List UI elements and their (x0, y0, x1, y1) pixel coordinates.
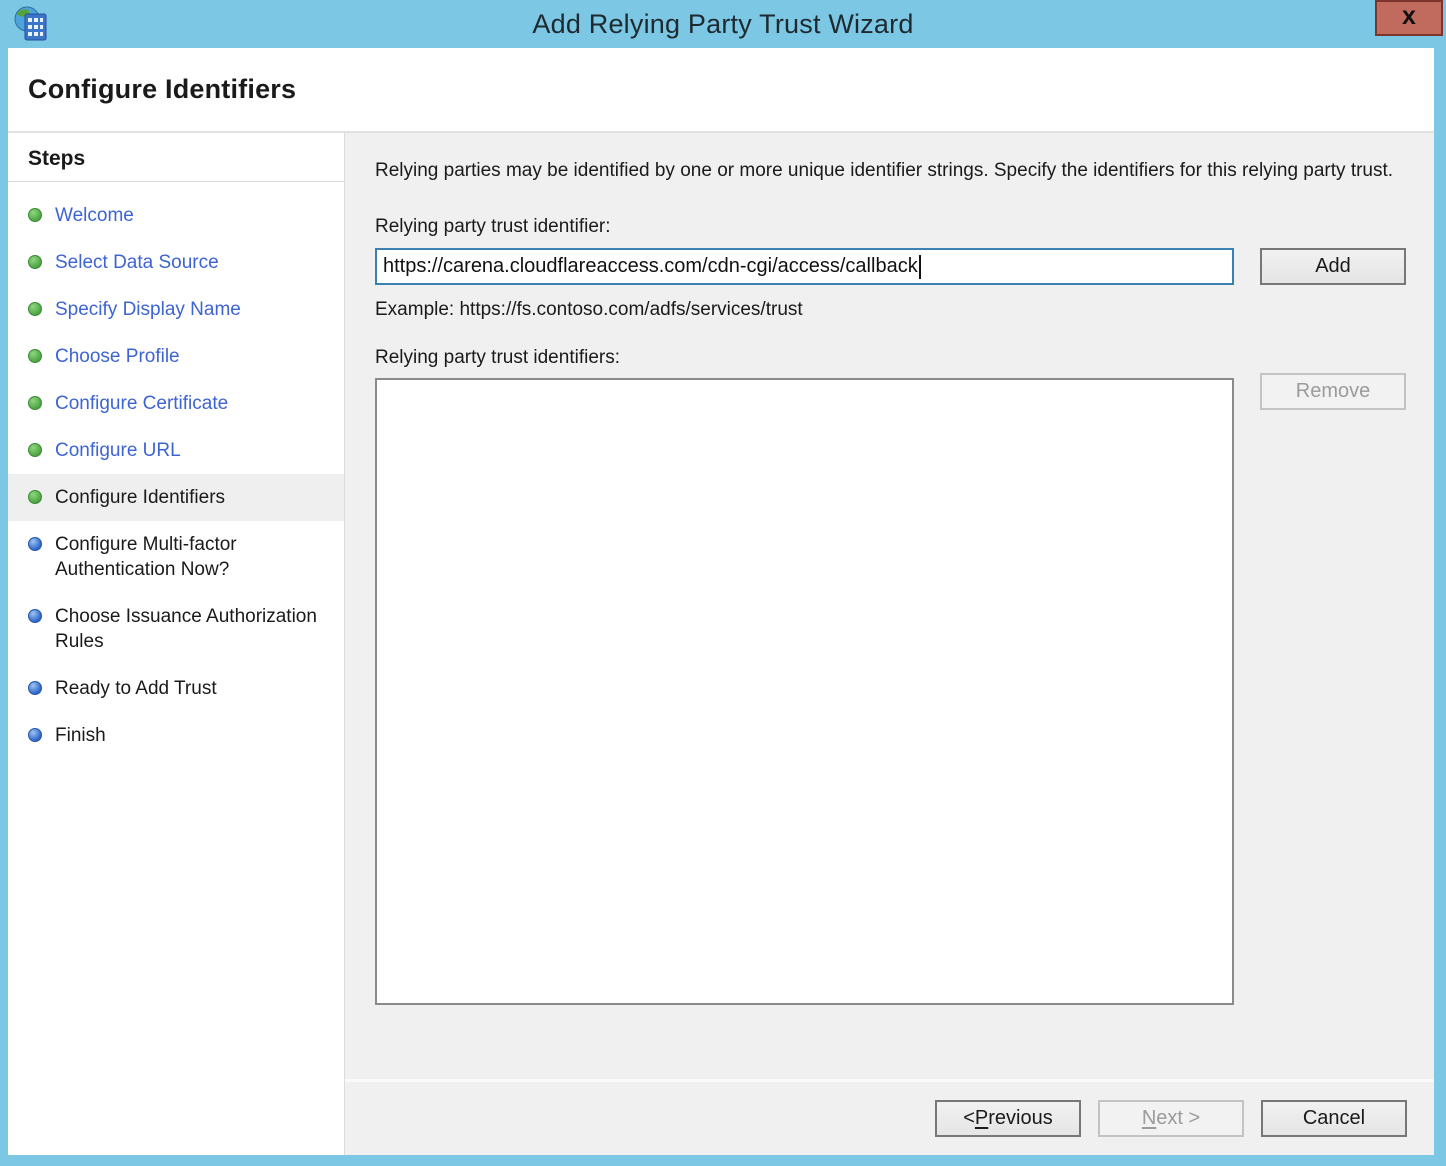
step-configure-mfa: Configure Multi-factor Authentication No… (8, 521, 344, 593)
content-pane: Relying parties may be identified by one… (345, 133, 1434, 1079)
step-done-bullet-icon (28, 255, 42, 269)
wizard-window: Add Relying Party Trust Wizard x Configu… (0, 0, 1446, 1166)
previous-button[interactable]: < Previous (935, 1100, 1081, 1137)
adfs-app-icon (14, 6, 50, 44)
step-configure-certificate: Configure Certificate (8, 380, 344, 427)
step-label: Configure URL (55, 438, 181, 463)
step-done-bullet-icon (28, 396, 42, 410)
footer-button-bar: < Previous Next > Cancel (345, 1079, 1434, 1155)
step-upcoming-bullet-icon (28, 681, 42, 695)
step-choose-profile: Choose Profile (8, 333, 344, 380)
step-label: Choose Profile (55, 344, 180, 369)
identifier-input-value: https://carena.cloudflareaccess.com/cdn-… (383, 255, 918, 278)
step-done-bullet-icon (28, 208, 42, 222)
step-upcoming-bullet-icon (28, 728, 42, 742)
identifier-field-label: Relying party trust identifier: (375, 216, 1406, 238)
step-label: Specify Display Name (55, 297, 241, 322)
step-label: Select Data Source (55, 250, 219, 275)
step-done-bullet-icon (28, 443, 42, 457)
step-label: Choose Issuance Authorization Rules (55, 604, 332, 654)
text-caret (919, 255, 921, 279)
window-title: Add Relying Party Trust Wizard (532, 9, 913, 40)
step-ready-to-add-trust: Ready to Add Trust (8, 665, 344, 712)
step-select-data-source: Select Data Source (8, 239, 344, 286)
add-button[interactable]: Add (1260, 248, 1406, 285)
step-configure-identifiers-current: Configure Identifiers (8, 474, 344, 521)
step-done-bullet-icon (28, 490, 42, 504)
step-choose-issuance-rules: Choose Issuance Authorization Rules (8, 593, 344, 665)
example-text: Example: https://fs.contoso.com/adfs/ser… (375, 299, 1406, 321)
step-done-bullet-icon (28, 302, 42, 316)
steps-list: Welcome Select Data Source Specify Displ… (8, 182, 344, 759)
step-configure-url: Configure URL (8, 427, 344, 474)
identifier-input[interactable]: https://carena.cloudflareaccess.com/cdn-… (375, 248, 1234, 285)
step-label: Ready to Add Trust (55, 676, 217, 701)
steps-heading: Steps (8, 133, 344, 182)
step-specify-display-name: Specify Display Name (8, 286, 344, 333)
titlebar[interactable]: Add Relying Party Trust Wizard x (0, 0, 1446, 48)
step-label: Configure Certificate (55, 391, 228, 416)
identifiers-list-label: Relying party trust identifiers: (375, 347, 1406, 369)
step-label: Finish (55, 723, 106, 748)
page-title: Configure Identifiers (28, 74, 296, 105)
step-done-bullet-icon (28, 349, 42, 363)
cancel-button[interactable]: Cancel (1261, 1100, 1407, 1137)
remove-button[interactable]: Remove (1260, 373, 1406, 410)
step-welcome: Welcome (8, 192, 344, 239)
step-label: Welcome (55, 203, 134, 228)
close-button[interactable]: x (1375, 0, 1443, 36)
steps-sidebar: Steps Welcome Select Data Source Specify… (8, 133, 345, 1155)
step-upcoming-bullet-icon (28, 537, 42, 551)
identifiers-listbox[interactable] (375, 378, 1234, 1005)
next-button[interactable]: Next > (1098, 1100, 1244, 1137)
dialog-surface: Configure Identifiers Steps Welcome Sele… (8, 48, 1434, 1155)
step-label: Configure Identifiers (55, 485, 225, 510)
step-finish: Finish (8, 712, 344, 759)
page-description: Relying parties may be identified by one… (375, 157, 1405, 185)
step-label: Configure Multi-factor Authentication No… (55, 532, 332, 582)
page-header: Configure Identifiers (8, 48, 1434, 133)
step-upcoming-bullet-icon (28, 609, 42, 623)
